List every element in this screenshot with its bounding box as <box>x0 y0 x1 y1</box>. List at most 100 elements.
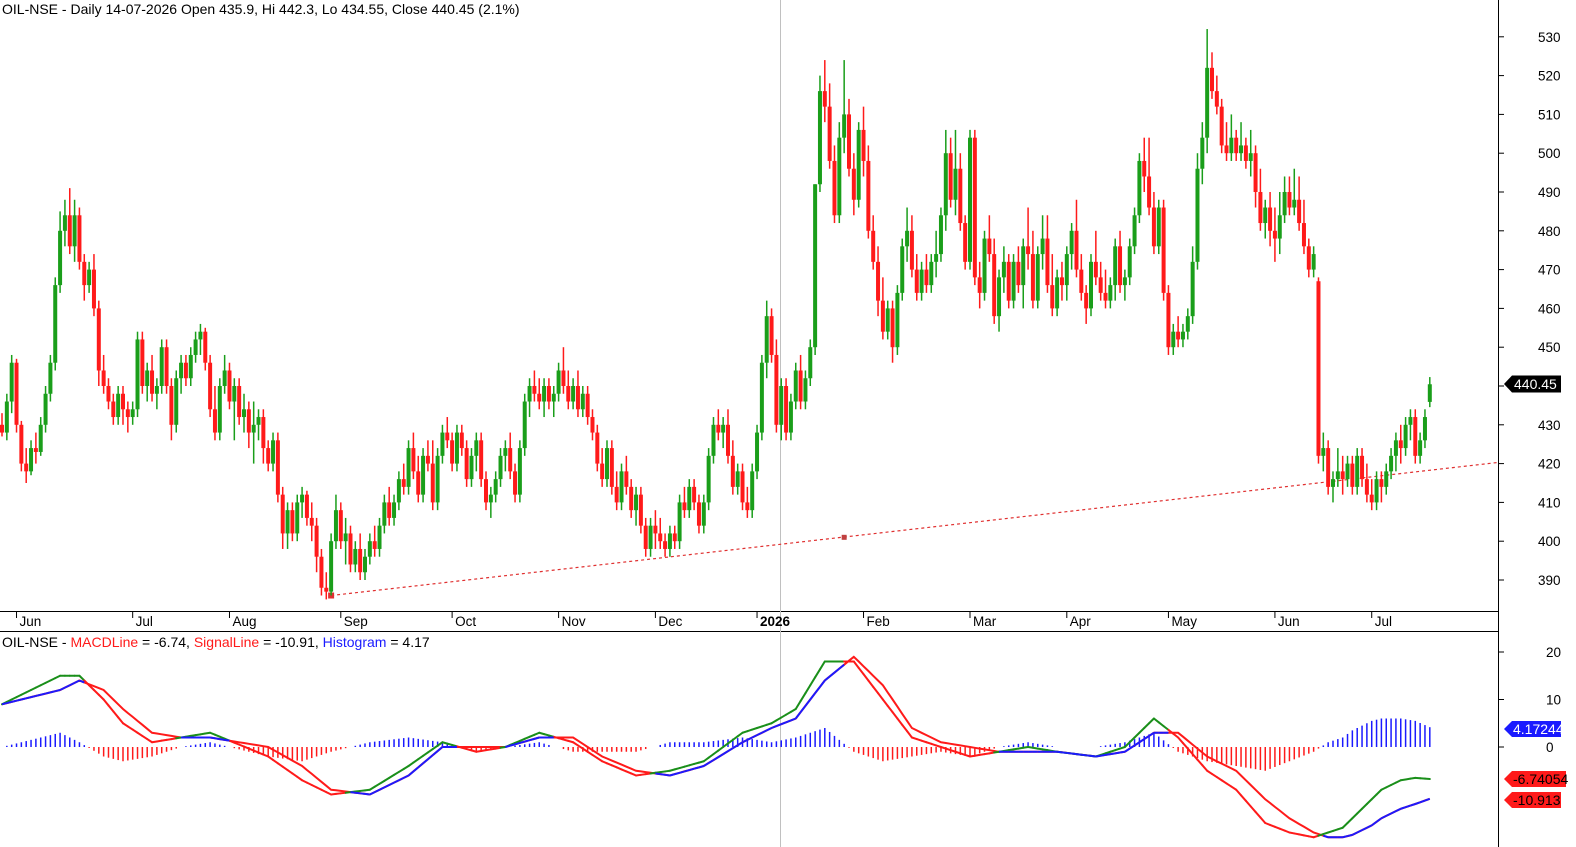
candle <box>701 494 706 534</box>
candle <box>382 494 387 534</box>
candle <box>1185 308 1190 340</box>
candle <box>585 386 590 425</box>
candle <box>406 440 411 495</box>
candle <box>948 137 953 208</box>
macd-line-segment <box>1143 722 1151 729</box>
signal-line-segment <box>1081 753 1087 757</box>
signal-line-segment <box>40 692 46 696</box>
macd-line-segment <box>877 692 884 701</box>
signal-line-segment <box>693 766 700 770</box>
candle <box>38 417 43 456</box>
signal-line-segment <box>25 696 32 700</box>
candle <box>692 479 697 511</box>
candle <box>1229 114 1234 161</box>
candle <box>150 354 155 402</box>
candle <box>619 463 624 511</box>
candle <box>145 362 150 402</box>
candle <box>508 432 513 480</box>
candle <box>905 207 910 262</box>
signal-line-segment <box>21 697 27 701</box>
candle <box>987 215 992 262</box>
macd-line-segment <box>891 711 899 720</box>
macd-line-segment <box>1341 822 1349 829</box>
price-axis: 3904004104204304404504604704804905005105… <box>1498 30 1561 588</box>
signal-line-segment <box>829 671 836 678</box>
candle <box>634 486 639 526</box>
candle <box>880 277 885 340</box>
signal-line-segment <box>1410 803 1416 807</box>
macd-histogram-group <box>6 718 1431 771</box>
signal-line-segment <box>30 694 37 699</box>
candle <box>919 261 924 301</box>
price-tick-label: 510 <box>1538 107 1561 122</box>
candle <box>295 494 300 542</box>
candle <box>561 347 566 394</box>
signal-line-segment <box>712 756 719 761</box>
candle <box>1127 238 1132 286</box>
macd-line-segment <box>1259 816 1267 824</box>
candle <box>227 362 232 410</box>
candle <box>1103 269 1108 309</box>
signal-line-segment <box>383 784 390 789</box>
candle <box>188 347 193 386</box>
last-price-tag: 440.45 <box>1504 375 1561 393</box>
candle <box>1132 207 1137 255</box>
candle <box>837 122 842 224</box>
candle <box>193 331 198 363</box>
signal-line <box>1 655 1431 839</box>
candle <box>755 424 760 480</box>
signal-line-segment <box>1323 834 1329 839</box>
candle <box>396 471 401 511</box>
svg-text:440.45: 440.45 <box>1514 376 1557 392</box>
signal-line-segment <box>427 754 434 760</box>
macd-line-segment <box>881 698 889 707</box>
signal-line-segment <box>756 731 763 737</box>
candle <box>590 409 595 441</box>
candle <box>1413 409 1418 464</box>
candle <box>130 401 135 425</box>
candle <box>522 393 527 456</box>
candle <box>62 199 67 247</box>
candle <box>440 424 445 464</box>
candle <box>537 378 542 410</box>
candle <box>856 122 861 208</box>
candle <box>513 463 518 503</box>
candle <box>924 254 929 293</box>
candle <box>24 448 29 483</box>
candle <box>571 378 576 410</box>
indicator-header: OIL-NSE - MACDLine = -6.74, SignalLine =… <box>2 634 430 650</box>
candle <box>164 339 169 394</box>
candle <box>87 261 92 293</box>
candle <box>1200 122 1205 185</box>
candle <box>968 129 972 270</box>
candle <box>1340 455 1345 495</box>
macd-line-segment <box>814 668 821 679</box>
trendline-handle[interactable] <box>841 534 847 540</box>
candle <box>111 393 116 425</box>
candle <box>1301 199 1306 255</box>
macd-line-segment <box>857 666 865 676</box>
candle <box>493 471 498 503</box>
candle <box>929 254 934 293</box>
candle <box>174 370 179 433</box>
macd-line-segment <box>804 684 812 695</box>
signal-line-segment <box>833 667 840 674</box>
candle <box>1176 316 1181 348</box>
signal-line-segment <box>1405 804 1411 809</box>
candle <box>629 479 634 518</box>
candle <box>1001 246 1006 293</box>
signal-line-segment <box>655 772 661 776</box>
signal-line-segment <box>1090 754 1096 758</box>
candle <box>246 401 251 449</box>
signal-line-segment <box>1086 754 1092 757</box>
candle <box>822 60 827 123</box>
candle <box>1079 254 1084 301</box>
candle <box>1292 168 1297 216</box>
signal-line-segment <box>1395 807 1402 813</box>
macd-line-segment <box>862 673 870 682</box>
signal-line-segment <box>766 727 773 732</box>
candle <box>750 463 755 518</box>
candle <box>847 98 851 177</box>
candle <box>1190 246 1195 324</box>
candle <box>556 362 561 402</box>
